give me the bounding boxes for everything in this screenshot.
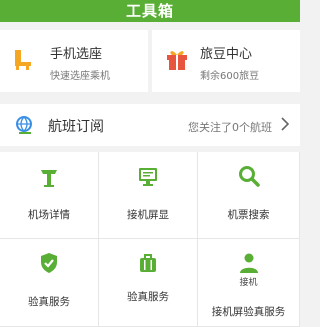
tool-label: 机票搜索 (227, 209, 270, 221)
tool-grid: 机场详情 接机屏显 机票搜索 验真服务 验真服务 接机 接机屏验真服务 (0, 152, 300, 327)
control-tower-icon (41, 170, 57, 187)
tool-label: 接机屏显 (127, 209, 169, 221)
subscription-hint: 您关注了0个航班 (188, 121, 272, 134)
card-subtitle: 剩余600旅豆 (200, 71, 260, 82)
shield-check-icon (41, 253, 57, 273)
card-subtitle: 快速选座乘机 (50, 71, 110, 82)
travel-bean-card[interactable]: 旅豆中心 剩余600旅豆 (152, 30, 300, 92)
luggage-icon (140, 254, 156, 272)
tool-label: 验真服务 (127, 291, 169, 303)
seat-selection-card[interactable]: 手机选座 快速选座乘机 (0, 30, 148, 92)
tool-verify-service[interactable]: 验真服务 (0, 239, 99, 327)
tool-label-top: 接机 (239, 278, 258, 288)
tool-airport-details[interactable]: 机场详情 (0, 152, 99, 239)
gift-icon (167, 51, 187, 70)
tool-luggage-service[interactable]: 验真服务 (99, 239, 198, 327)
card-title: 手机选座 (50, 47, 103, 62)
person-icon (239, 253, 258, 273)
tool-label: 接机屏验真服务 (211, 306, 286, 318)
card-title: 旅豆中心 (200, 47, 253, 62)
seat-icon (15, 50, 31, 70)
page-title: 工具箱 (0, 0, 300, 22)
tool-label: 验真服务 (28, 296, 70, 308)
tool-pickup-display[interactable]: 接机屏显 (99, 152, 198, 239)
subscription-title: 航班订阅 (48, 119, 104, 135)
chevron-right-icon (281, 117, 290, 131)
search-icon (238, 166, 260, 187)
monitor-icon (139, 168, 157, 186)
tool-ticket-search[interactable]: 机票搜索 (198, 152, 300, 239)
tool-pickup-verify[interactable]: 接机 接机屏验真服务 (198, 239, 300, 327)
globe-icon (16, 116, 32, 134)
tool-label: 机场详情 (28, 209, 70, 221)
flight-subscription-row[interactable]: 航班订阅 您关注了0个航班 (0, 104, 300, 146)
